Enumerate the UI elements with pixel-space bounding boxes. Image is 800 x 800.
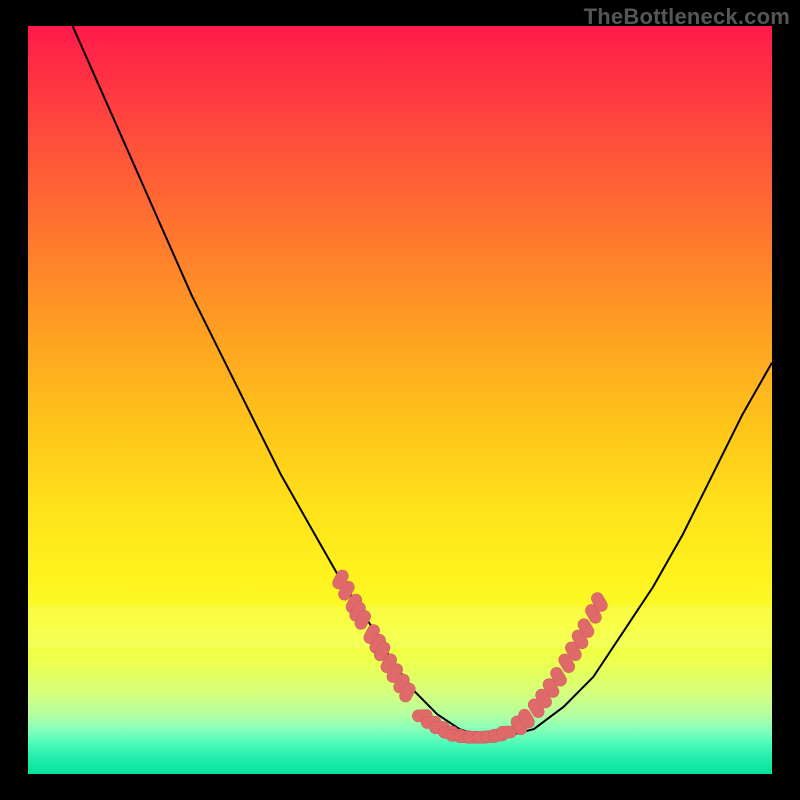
chart-frame: [28, 26, 772, 774]
curve-markers: [331, 568, 610, 744]
bottleneck-curve: [73, 26, 772, 737]
chart-svg: [28, 26, 772, 774]
watermark-text: TheBottleneck.com: [584, 4, 790, 30]
